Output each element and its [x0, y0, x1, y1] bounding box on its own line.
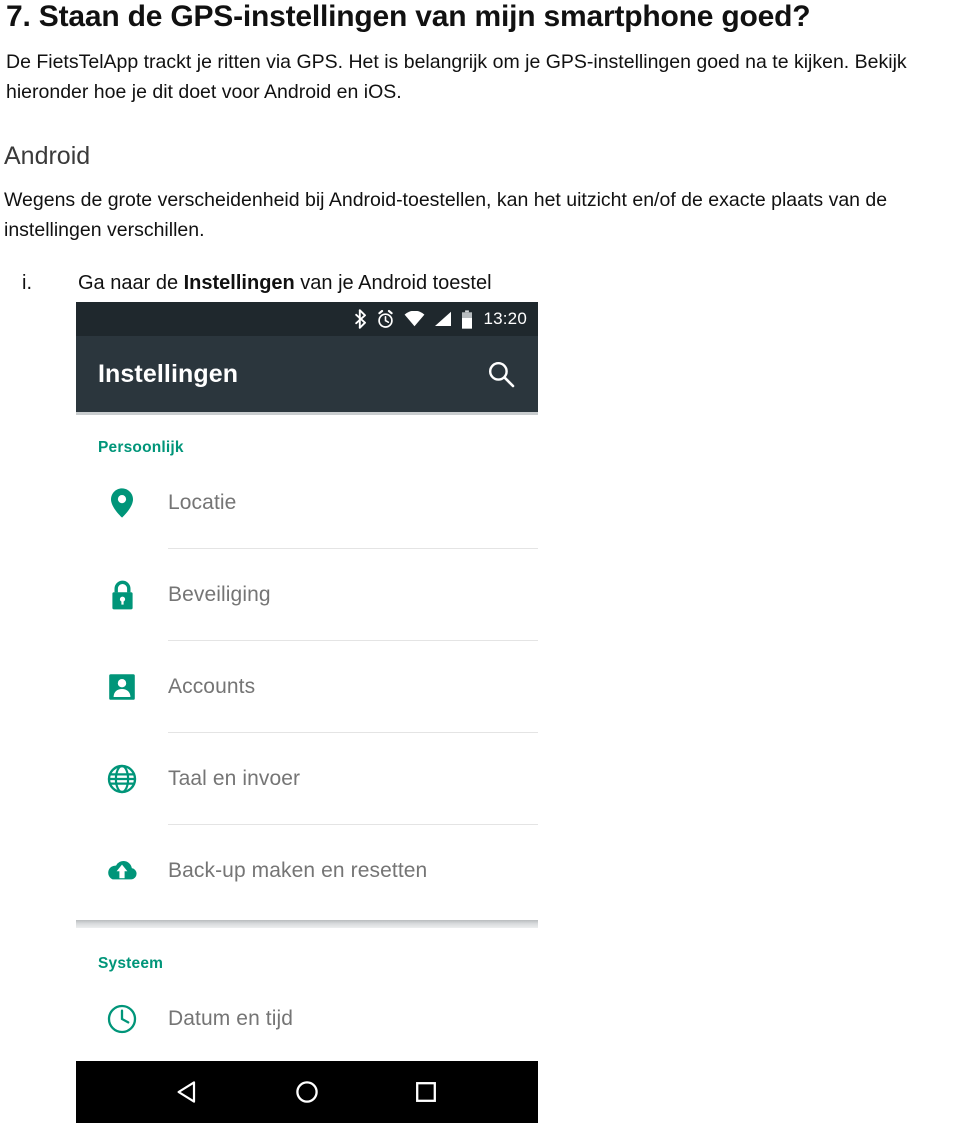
recents-square-icon[interactable] — [413, 1079, 439, 1105]
clock-icon — [76, 1004, 168, 1034]
section-separator — [76, 917, 538, 931]
intro-paragraph: De FietsTelApp trackt je ritten via GPS.… — [6, 51, 907, 103]
home-circle-icon[interactable] — [294, 1079, 320, 1105]
settings-row-label: Beveiliging — [168, 583, 271, 606]
settings-row-label: Back-up maken en resetten — [168, 859, 428, 882]
search-icon[interactable] — [486, 359, 516, 389]
settings-row-beveiliging[interactable]: Beveiliging — [76, 549, 538, 641]
android-navigation-bar — [76, 1061, 538, 1123]
toolbar-title: Instellingen — [98, 359, 239, 388]
status-bar-icons — [354, 309, 473, 329]
settings-row-taal-en-invoer[interactable]: Taal en invoer — [76, 733, 538, 825]
step-text: Ga naar de Instellingen van je Android t… — [78, 272, 492, 295]
page-title: 7. Staan de GPS-instellingen van mijn sm… — [6, 0, 811, 33]
settings-row-locatie[interactable]: Locatie — [76, 457, 538, 549]
step-text-before: Ga naar de — [78, 272, 184, 294]
section-heading-android: Android — [4, 142, 91, 170]
lock-icon — [76, 579, 168, 611]
settings-row-label: Locatie — [168, 491, 237, 514]
settings-row-backup[interactable]: Back-up maken en resetten — [76, 825, 538, 917]
globe-icon — [76, 764, 168, 794]
step-text-after: van je Android toestel — [294, 272, 492, 294]
settings-row-datum-en-tijd[interactable]: Datum en tijd — [76, 973, 538, 1065]
android-description-paragraph: Wegens de grote verscheidenheid bij Andr… — [4, 189, 888, 241]
battery-icon — [462, 309, 473, 329]
person-icon — [76, 673, 168, 701]
app-toolbar: Instellingen — [76, 336, 538, 415]
cloud-upload-icon — [76, 858, 168, 884]
settings-row-accounts[interactable]: Accounts — [76, 641, 538, 733]
settings-list: Persoonlijk Locatie Beveiliging Accounts… — [76, 415, 538, 1065]
status-bar-time: 13:20 — [483, 309, 527, 328]
settings-row-label: Datum en tijd — [168, 1007, 294, 1030]
bluetooth-icon — [355, 309, 367, 329]
status-bar: 13:20 — [76, 302, 538, 336]
step-marker: i. — [22, 272, 32, 294]
wifi-icon — [405, 311, 425, 327]
cellular-signal-icon — [435, 311, 452, 326]
android-settings-screenshot: 13:20 Instellingen Persoonlijk Locatie B… — [76, 302, 538, 1123]
section-header-systeem: Systeem — [98, 955, 164, 972]
location-pin-icon — [76, 487, 168, 519]
step-text-emphasis: Instellingen — [183, 272, 295, 294]
settings-row-label: Taal en invoer — [168, 767, 301, 790]
settings-row-label: Accounts — [168, 675, 256, 698]
alarm-icon — [378, 309, 394, 328]
back-triangle-icon[interactable] — [175, 1079, 201, 1105]
section-header-persoonlijk: Persoonlijk — [98, 439, 184, 456]
